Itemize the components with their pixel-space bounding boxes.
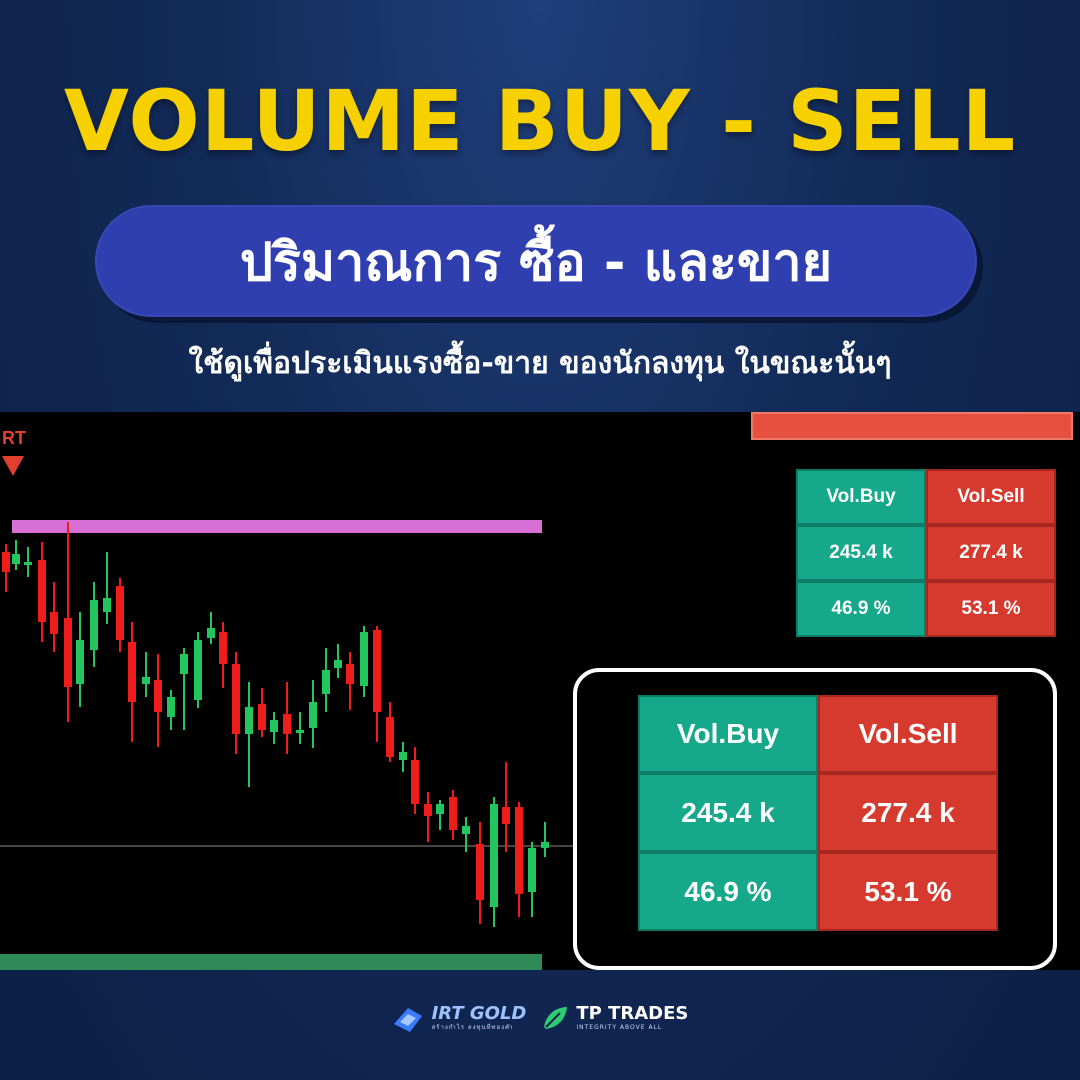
candle-body: [476, 844, 484, 900]
chart-marker-label: RT: [2, 428, 26, 448]
candle-body: [528, 848, 536, 892]
candle-body: [399, 752, 407, 760]
candles-group: [2, 522, 549, 927]
candle-body: [38, 560, 46, 622]
candle-body: [296, 730, 304, 733]
candle-body: [90, 600, 98, 650]
candle-body: [360, 632, 368, 686]
brand-tp-trades: TP TRADES INTEGRITY ABOVE ALL: [540, 1003, 688, 1033]
vol-sell-header-zoomed: Vol.Sell: [818, 695, 998, 773]
vol-buy-header-zoomed: Vol.Buy: [638, 695, 818, 773]
candle-body: [424, 804, 432, 816]
candle-body: [411, 760, 419, 804]
vol-sell-percent-zoomed: 53.1 %: [818, 852, 998, 931]
candle-body: [283, 714, 291, 734]
candle-body: [436, 804, 444, 814]
brand2-name: TP TRADES: [576, 1002, 689, 1024]
candle-body: [258, 704, 266, 730]
brand2-tag: INTEGRITY ABOVE ALL: [576, 1023, 663, 1031]
pill-text: ปริมาณการ ซื้อ - และขาย: [239, 232, 833, 293]
sell-arrow-icon: [2, 456, 24, 476]
vol-sell-value: 277.4 k: [926, 525, 1056, 581]
volume-table-zoomed: Vol.Buy Vol.Sell 245.4 k 277.4 k 46.9 % …: [638, 695, 998, 931]
vol-buy-value-zoomed: 245.4 k: [638, 773, 818, 852]
candle-body: [142, 677, 150, 684]
candle-body: [76, 640, 84, 684]
vol-buy-header: Vol.Buy: [796, 469, 926, 525]
footer-logos: IRT GOLD สร้างกำไร ลงทุนที่ทองคำ TP TRAD…: [0, 995, 1080, 1040]
candle-body: [167, 697, 175, 717]
resistance-zone: [12, 520, 542, 533]
brand1-name: IRT GOLD: [431, 1002, 527, 1024]
candle-body: [502, 807, 510, 824]
candle-body: [515, 807, 523, 894]
vol-sell-header: Vol.Sell: [926, 469, 1056, 525]
candle-body: [2, 552, 10, 572]
candle-body: [194, 640, 202, 700]
candle-body: [12, 554, 20, 564]
candle-body: [309, 702, 317, 728]
tp-trades-leaf-icon: [544, 1006, 568, 1029]
brand1-tag: สร้างกำไร ลงทุนที่ทองคำ: [431, 1023, 514, 1031]
vol-buy-percent-zoomed: 46.9 %: [638, 852, 818, 931]
volume-table-small: Vol.Buy Vol.Sell 245.4 k 277.4 k 46.9 % …: [796, 469, 1056, 637]
candle-body: [219, 632, 227, 664]
candle-body: [373, 630, 381, 712]
candle-body: [334, 660, 342, 668]
candle-body: [207, 628, 215, 638]
candle-body: [180, 654, 188, 674]
candle-body: [154, 680, 162, 712]
brand-irt-gold: IRT GOLD สร้างกำไร ลงทุนที่ทองคำ: [392, 1002, 527, 1034]
candle-body: [322, 670, 330, 694]
candle-body: [346, 664, 354, 684]
support-zone: [0, 954, 542, 970]
candle-body: [24, 562, 32, 565]
candle-body: [64, 618, 72, 687]
headline: VOLUME BUY - SELL: [63, 72, 1017, 170]
candle-body: [232, 664, 240, 734]
subtitle-pill: ปริมาณการ ซื้อ - และขาย: [95, 205, 977, 317]
vol-sell-value-zoomed: 277.4 k: [818, 773, 998, 852]
candle-body: [449, 797, 457, 830]
candle-body: [270, 720, 278, 732]
vol-buy-percent: 46.9 %: [796, 581, 926, 637]
candle-body: [541, 842, 549, 848]
candle-body: [50, 612, 58, 634]
sell-pressure-bar: [751, 412, 1073, 440]
candle-body: [128, 642, 136, 702]
candle-body: [386, 717, 394, 757]
candle-body: [490, 804, 498, 907]
candle-body: [103, 598, 111, 612]
vol-sell-percent: 53.1 %: [926, 581, 1056, 637]
vol-buy-value: 245.4 k: [796, 525, 926, 581]
description-text: ใช้ดูเพื่อประเมินแรงซื้อ-ขาย ของนักลงทุน…: [188, 346, 892, 381]
irt-gold-logo-icon: [393, 1007, 422, 1032]
candle-body: [462, 826, 470, 834]
candle-body: [245, 707, 253, 734]
candle-body: [116, 586, 124, 640]
